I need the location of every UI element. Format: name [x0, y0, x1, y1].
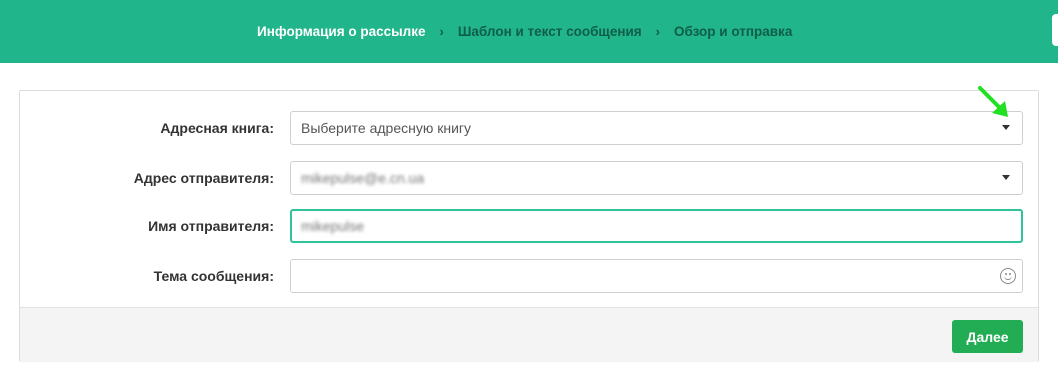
subject-label: Тема сообщения:: [153, 268, 274, 284]
sender-name-label: Имя отправителя:: [148, 218, 274, 234]
step-template-text[interactable]: Шаблон и текст сообщения: [458, 24, 642, 39]
address-book-placeholder: Выберите адресную книгу: [301, 120, 472, 136]
subject-row: Тема сообщения:: [20, 259, 1038, 293]
subject-input[interactable]: [290, 259, 1023, 293]
sender-address-select[interactable]: mikepulse@e.cn.ua: [290, 161, 1023, 195]
chevron-right-icon: ›: [439, 24, 444, 39]
next-button[interactable]: Далее: [952, 320, 1023, 353]
mailing-info-form: Адресная книга: Выберите адресную книгу …: [19, 90, 1039, 362]
wizard-header: Информация о рассылке › Шаблон и текст с…: [0, 0, 1058, 63]
step-mailing-info[interactable]: Информация о рассылке: [257, 24, 426, 39]
sender-name-input[interactable]: mikepulse: [290, 209, 1023, 243]
wizard-steps: Информация о рассылке › Шаблон и текст с…: [257, 0, 792, 63]
chevron-right-icon: ›: [655, 24, 660, 39]
sender-address-row: Адрес отправителя: mikepulse@e.cn.ua: [20, 161, 1038, 195]
step-review-send[interactable]: Обзор и отправка: [674, 24, 792, 39]
green-arrow-icon: [978, 86, 1008, 117]
smiley-icon[interactable]: [1000, 268, 1016, 284]
header-button-edge[interactable]: [1052, 14, 1058, 46]
caret-down-icon[interactable]: [1002, 125, 1010, 130]
sender-name-value: mikepulse: [301, 218, 365, 234]
address-book-select[interactable]: Выберите адресную книгу: [290, 111, 1023, 145]
caret-down-icon[interactable]: [1002, 175, 1010, 180]
form-footer: Далее: [20, 307, 1038, 362]
sender-address-value: mikepulse@e.cn.ua: [301, 170, 425, 186]
sender-name-row: Имя отправителя: mikepulse: [20, 209, 1038, 243]
sender-address-label: Адрес отправителя:: [133, 170, 274, 186]
address-book-label: Адресная книга:: [160, 120, 274, 136]
address-book-row: Адресная книга: Выберите адресную книгу: [20, 111, 1038, 145]
